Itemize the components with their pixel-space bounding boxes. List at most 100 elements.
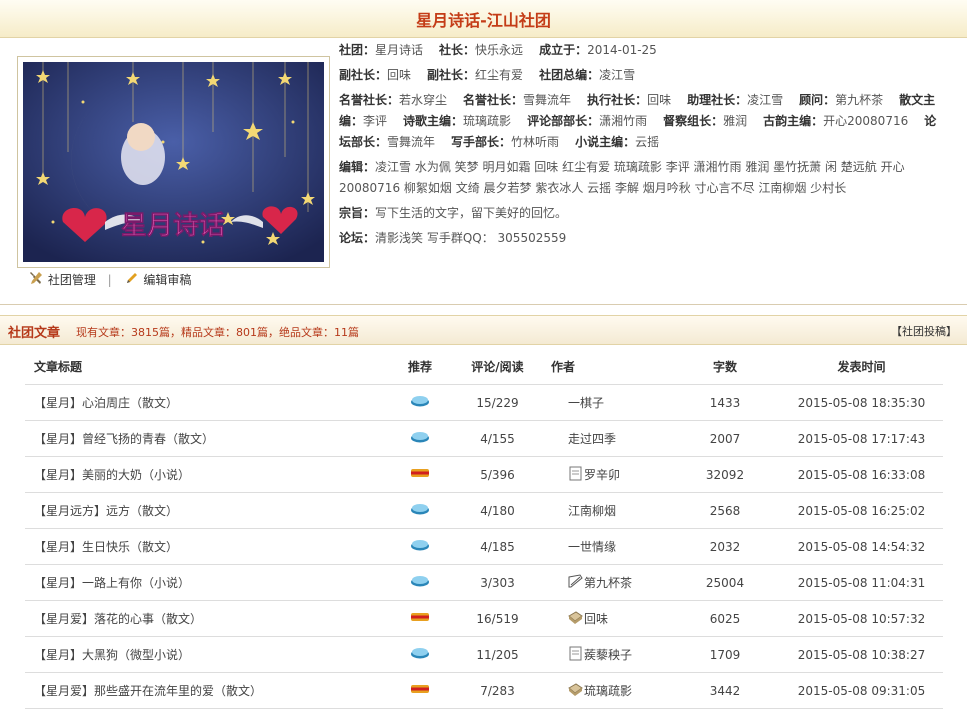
info-row-deputies: 副社长：回味 副社长：红尘有爱 社团总编：凌江雪 (339, 65, 939, 86)
col-comments-reads: 评论/阅读 (445, 349, 550, 385)
info-value[interactable]: 雪舞流年 (523, 93, 571, 107)
author-cell: 回味 (550, 600, 670, 637)
author-link[interactable]: 蒺藜秧子 (584, 648, 632, 662)
logo-text: 星月诗话 (121, 211, 225, 241)
word-count: 25004 (670, 564, 780, 601)
article-title-link[interactable]: 【星月】曾经飞扬的青春（散文） (25, 420, 395, 457)
word-count: 2032 (670, 528, 780, 565)
article-title-link[interactable]: 【星月爱】落花的心事（散文） (25, 600, 395, 637)
edit-review-link[interactable]: 编辑审稿 (143, 273, 191, 287)
pencil-icon (124, 273, 144, 289)
comments-reads: 4/180 (445, 492, 550, 529)
col-author: 作者 (550, 349, 670, 385)
forum-label: 论坛： (339, 231, 376, 245)
table-header: 文章标题 推荐 评论/阅读 作者 字数 发表时间 (25, 349, 943, 385)
publish-time: 2015-05-08 16:33:08 (780, 456, 943, 493)
info-value[interactable]: 若水穿尘 (399, 93, 447, 107)
recommend-blue-icon (410, 431, 430, 446)
info-value[interactable]: 2014-01-25 (587, 43, 657, 57)
info-value[interactable]: 快乐永远 (475, 43, 523, 57)
info-label: 副社长： (427, 68, 476, 82)
info-value[interactable]: 琉璃疏影 (463, 114, 511, 128)
comments-reads: 4/155 (445, 420, 550, 457)
info-value[interactable]: 第九杯茶 (835, 93, 883, 107)
info-value[interactable]: 凌江雪 (599, 68, 635, 82)
author-link[interactable]: 琉璃疏影 (584, 684, 632, 698)
club-logo: 星月诗话 (17, 56, 330, 268)
articles-stats: 现有文章：3815篇，精品文章：801篇，绝品文章：11篇 (76, 326, 359, 339)
club-info: 社团：星月诗话 社长：快乐永远 成立于：2014-01-25 副社长：回味 副社长：红… (339, 40, 939, 253)
article-title-link[interactable]: 【星月】生日快乐（散文） (25, 528, 395, 565)
publish-time: 2015-05-08 09:31:05 (780, 672, 943, 709)
col-time: 发表时间 (780, 349, 943, 385)
table-row: 【星月远方】远方（散文） 4/180 江南柳烟 2568 2015-05-08 16:2… (25, 492, 943, 529)
col-title: 文章标题 (25, 349, 395, 385)
page-title: 星月诗话-江山社团 (416, 11, 551, 30)
word-count: 1709 (670, 636, 780, 673)
info-value[interactable]: 雪舞流年 (387, 135, 435, 149)
info-value[interactable]: 回味 (647, 93, 671, 107)
info-value[interactable]: 竹林听雨 (511, 135, 559, 149)
author-cell: 走过四季 (550, 420, 670, 457)
info-value[interactable]: 凌江雪 (747, 93, 783, 107)
recommend-blue-icon (410, 395, 430, 410)
author-link[interactable]: 江南柳烟 (568, 504, 616, 518)
editors-label: 编辑： (339, 160, 376, 174)
author-link[interactable]: 第九杯茶 (584, 576, 632, 590)
info-label: 助理社长： (687, 93, 748, 107)
info-label: 诗歌主编： (403, 114, 464, 128)
author-link[interactable]: 回味 (584, 612, 608, 626)
motto-label: 宗旨： (339, 206, 376, 220)
info-value[interactable]: 回味 (387, 68, 411, 82)
info-row-basic: 社团：星月诗话 社长：快乐永远 成立于：2014-01-25 (339, 40, 939, 61)
author-cell: 江南柳烟 (550, 492, 670, 529)
recommend-red-icon (410, 611, 430, 626)
info-label: 督察组长： (663, 114, 724, 128)
recommend-blue-icon (410, 575, 430, 590)
info-value[interactable]: 开心20080716 (823, 114, 908, 128)
author-cell: 一棋子 (550, 384, 670, 421)
table-row: 【星月】大黑狗（微型小说） 11/205 蒺藜秧子 1709 2015-05-08 10… (25, 636, 943, 673)
publish-time: 2015-05-08 14:54:32 (780, 528, 943, 565)
article-title-link[interactable]: 【星月】一路上有你（小说） (25, 564, 395, 601)
recommend-cell (395, 636, 445, 673)
article-title-link[interactable]: 【星月】美丽的大奶（小说） (25, 456, 395, 493)
table-row: 【星月爱】落花的心事（散文） 16/519 回味 6025 2015-05-08 10:… (25, 600, 943, 637)
recommend-red-icon (410, 683, 430, 698)
section-divider (0, 298, 967, 305)
info-value[interactable]: 红尘有爱 (475, 68, 523, 82)
author-link[interactable]: 一世情缘 (568, 540, 616, 554)
club-manage-link[interactable]: 社团管理 (48, 273, 96, 287)
comments-reads: 5/396 (445, 456, 550, 493)
info-label: 社团： (339, 43, 376, 57)
info-value[interactable]: 李评 (363, 114, 387, 128)
author-pen-icon (568, 574, 583, 589)
recommend-cell (395, 564, 445, 601)
articles-heading: 社团文章 (8, 326, 61, 341)
recommend-cell (395, 456, 445, 493)
article-title-link[interactable]: 【星月爱】那些盛开在流年里的爱（散文） (25, 672, 395, 709)
editors-list: 凌江雪 水为佩 笑梦 明月如霜 回味 红尘有爱 琉璃疏影 李评 潇湘竹雨 雅润 … (339, 160, 905, 195)
article-title-link[interactable]: 【星月】大黑狗（微型小说） (25, 636, 395, 673)
article-title-link[interactable]: 【星月远方】远方（散文） (25, 492, 395, 529)
comments-reads: 15/229 (445, 384, 550, 421)
info-value[interactable]: 潇湘竹雨 (599, 114, 647, 128)
author-link[interactable]: 走过四季 (568, 432, 616, 446)
info-value[interactable]: 雅润 (723, 114, 747, 128)
col-recommend: 推荐 (395, 349, 445, 385)
comments-reads: 7/283 (445, 672, 550, 709)
recommend-blue-icon (410, 647, 430, 662)
author-link[interactable]: 一棋子 (568, 396, 604, 410)
page-header: 星月诗话-江山社团 (0, 0, 967, 38)
info-label: 名誉社长： (339, 93, 400, 107)
info-value[interactable]: 星月诗话 (375, 43, 423, 57)
info-value[interactable]: 云摇 (635, 135, 659, 149)
recommend-cell (395, 528, 445, 565)
publish-time: 2015-05-08 18:35:30 (780, 384, 943, 421)
articles-table: 文章标题 推荐 评论/阅读 作者 字数 发表时间 【星月】心泊周庄（散文） 15/… (25, 349, 943, 709)
publish-time: 2015-05-08 10:57:32 (780, 600, 943, 637)
submit-article-link[interactable]: 【社团投稿】 (891, 323, 957, 339)
article-title-link[interactable]: 【星月】心泊周庄（散文） (25, 384, 395, 421)
author-link[interactable]: 罗辛卯 (584, 468, 620, 482)
publish-time: 2015-05-08 11:04:31 (780, 564, 943, 601)
